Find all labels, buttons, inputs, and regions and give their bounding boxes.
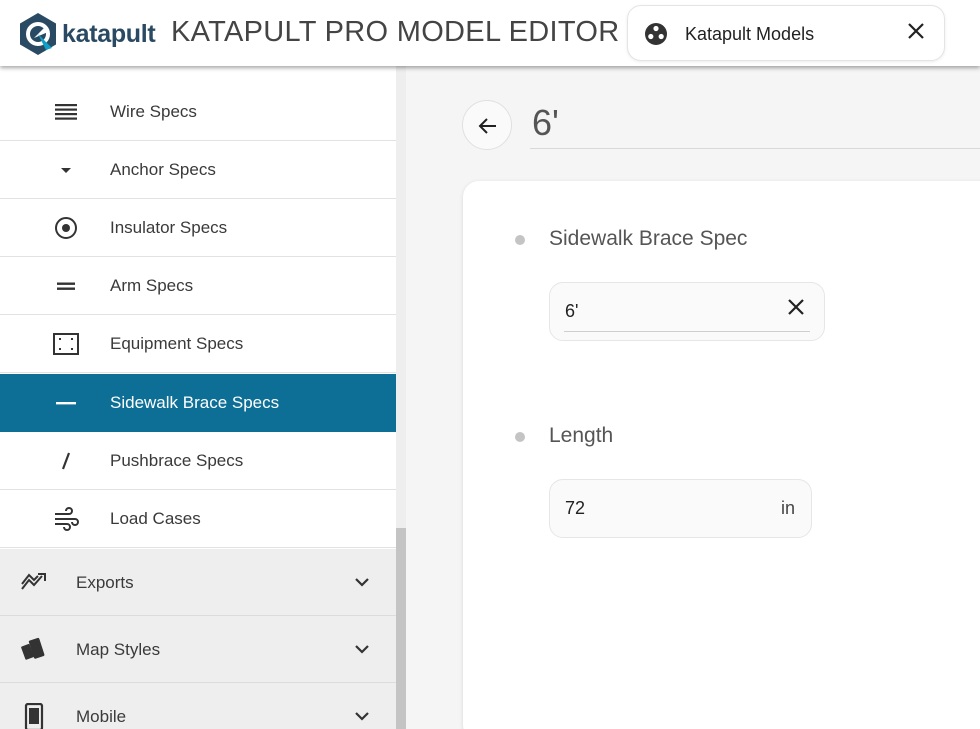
wind-icon [55, 507, 79, 531]
sidebar-item-label: Insulator Specs [110, 218, 228, 237]
sidebar-group-label: Mobile [76, 707, 127, 726]
sidebar-item-label: Anchor Specs [110, 160, 216, 179]
model-selector-label: Katapult Models [685, 24, 815, 44]
sidebar-item-label: Wire Specs [110, 102, 197, 121]
lines-icon [55, 104, 77, 120]
sidebar-item-insulator-specs[interactable]: Insulator Specs [0, 199, 396, 257]
trending-icon [21, 573, 46, 590]
sidebar-group-label: Map Styles [76, 640, 161, 659]
sidebar-group-exports[interactable]: Exports [0, 549, 396, 616]
field-bullet [515, 235, 525, 245]
sidewalk-brace-spec-input[interactable]: 6' [549, 282, 825, 341]
sidebar-item-label: Equipment Specs [110, 334, 244, 353]
sidebar-group-map-styles[interactable]: Map Styles [0, 616, 396, 683]
style-swatch-icon [21, 637, 45, 660]
sidebar-item-load-cases[interactable]: Load Cases [0, 490, 396, 548]
katapult-logo[interactable]: katapult [18, 12, 156, 56]
equals-icon [57, 282, 75, 290]
slash-icon [61, 452, 71, 470]
palette-icon [645, 23, 667, 45]
equipment-frame-icon [53, 333, 79, 355]
phone-icon [24, 703, 44, 729]
sidebar-item-label: Pushbrace Specs [110, 451, 244, 470]
length-value: 72 [565, 498, 586, 518]
field-bullet [515, 432, 525, 442]
sidebar-item-pushbrace-specs[interactable]: Pushbrace Specs [0, 432, 396, 490]
chevron-down-icon[interactable] [351, 571, 373, 593]
sidebar-item-label: Sidewalk Brace Specs [110, 393, 280, 412]
sidebar-item-equipment-specs[interactable]: Equipment Specs [0, 315, 396, 373]
sidebar-item-sidewalk-brace-specs[interactable]: Sidewalk Brace Specs [0, 374, 396, 432]
sidebar-group-label: Exports [76, 573, 134, 592]
app-title: KATAPULT PRO MODEL EDITOR [171, 16, 620, 48]
sidebar-scrollbar-thumb[interactable] [396, 528, 406, 729]
arrow-left-icon [478, 118, 496, 134]
back-button[interactable] [462, 100, 512, 150]
clear-icon[interactable] [784, 295, 808, 319]
field-label-length: Length [549, 424, 614, 447]
katapult-logo-icon [20, 13, 56, 55]
app-header: katapult KATAPULT PRO MODEL EDITOR Katap… [0, 0, 980, 66]
close-icon[interactable] [904, 19, 928, 43]
sidebar: Wire Specs Anchor Specs Insulator Specs … [0, 66, 396, 729]
sidebar-item-anchor-specs[interactable]: Anchor Specs [0, 141, 396, 199]
target-icon [55, 217, 77, 239]
sidebar-item-label: Load Cases [110, 509, 201, 528]
input-underline [564, 331, 810, 332]
field-label-sidewalk-brace-spec: Sidewalk Brace Spec [549, 227, 748, 250]
model-selector-chip[interactable]: Katapult Models [627, 5, 945, 61]
chevron-down-icon[interactable] [351, 705, 373, 727]
spec-form-card: Sidewalk Brace Spec 6' Length 72 in [463, 181, 980, 729]
title-divider [530, 148, 980, 149]
sidebar-item-arm-specs[interactable]: Arm Specs [0, 257, 396, 315]
page-title: 6' [532, 102, 559, 143]
logo-text: katapult [62, 19, 156, 48]
dash-icon [56, 402, 76, 405]
sidebar-group-mobile[interactable]: Mobile [0, 683, 396, 729]
sidebar-item-wire-specs[interactable]: Wire Specs [0, 83, 396, 141]
caret-down-icon [61, 168, 71, 173]
length-unit: in [781, 498, 796, 518]
chevron-down-icon[interactable] [351, 638, 373, 660]
length-input[interactable]: 72 in [549, 479, 812, 538]
sidewalk-brace-spec-value: 6' [565, 301, 579, 321]
sidebar-item-label: Arm Specs [110, 276, 194, 295]
